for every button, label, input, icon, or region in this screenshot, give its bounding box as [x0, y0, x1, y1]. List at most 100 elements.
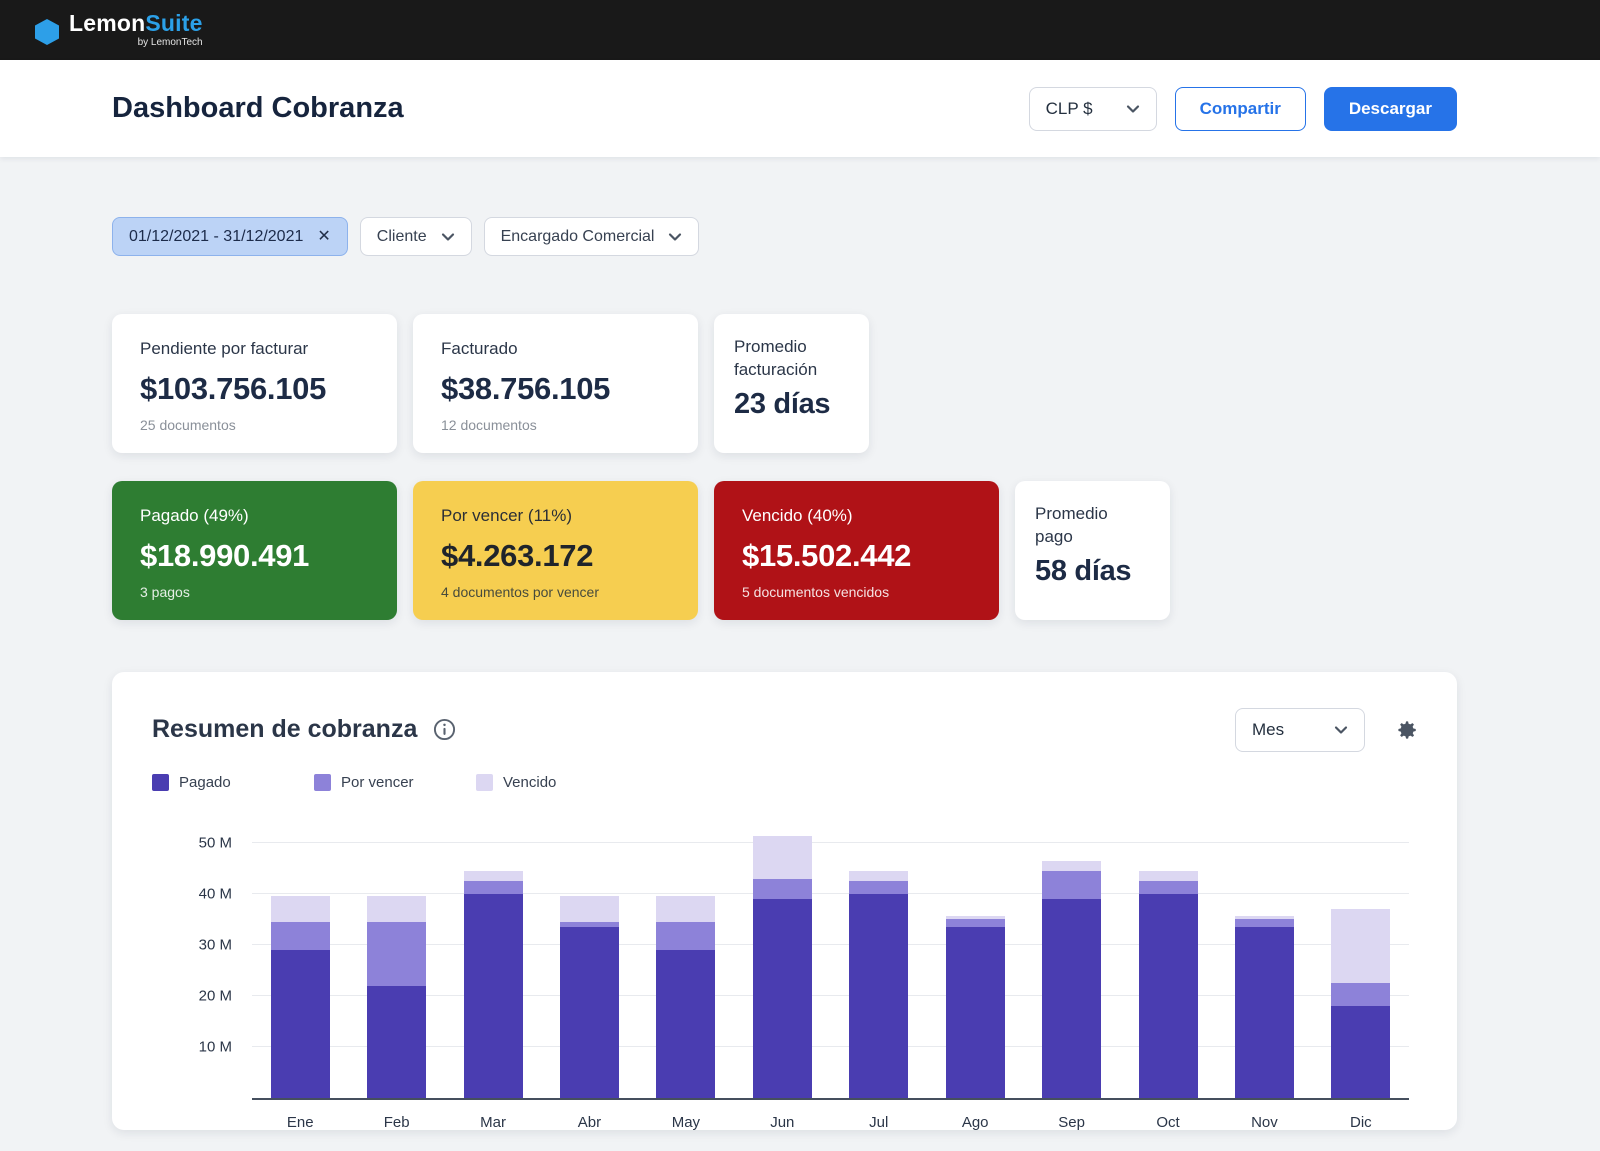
- lemonsuite-logo[interactable]: LemonSuite by LemonTech: [35, 12, 203, 48]
- bar-segment-por-vencer: [1042, 871, 1101, 899]
- download-button[interactable]: Descargar: [1324, 87, 1457, 131]
- info-icon[interactable]: [433, 718, 456, 741]
- date-range-value: 01/12/2021 - 31/12/2021: [129, 228, 303, 246]
- bar-segment-vencido: [753, 836, 812, 879]
- date-range-filter-chip[interactable]: 01/12/2021 - 31/12/2021 ✕: [112, 217, 348, 256]
- share-button[interactable]: Compartir: [1175, 87, 1306, 131]
- period-select-value: Mes: [1252, 720, 1284, 740]
- y-tick-label: 50 M: [172, 834, 232, 851]
- bar-segment-por-vencer: [271, 922, 330, 950]
- pendiente-por-facturar-value: $103.756.105: [140, 371, 369, 407]
- stacked-bar-ago[interactable]: [946, 916, 1005, 1098]
- legend-label: Pagado: [179, 774, 231, 791]
- top-nav-bar: LemonSuite by LemonTech: [0, 0, 1600, 60]
- bar-segment-pagado: [367, 986, 426, 1098]
- y-tick-label: 40 M: [172, 885, 232, 902]
- pagado-value: $18.990.491: [140, 538, 369, 574]
- main-content: 01/12/2021 - 31/12/2021 ✕ Cliente Encarg…: [0, 157, 1600, 1130]
- bar-segment-vencido: [656, 896, 715, 922]
- legend-item-por-vencer[interactable]: Por vencer: [314, 774, 460, 791]
- legend-swatch: [314, 774, 331, 791]
- page-title: Dashboard Cobranza: [112, 92, 404, 125]
- bar-segment-pagado: [1139, 894, 1198, 1098]
- bar-slot-dic: [1313, 817, 1409, 1098]
- bar-segment-vencido: [464, 871, 523, 881]
- page-header: Dashboard Cobranza CLP $ Compartir Desca…: [0, 60, 1600, 157]
- bar-segment-vencido: [560, 896, 619, 922]
- bar-segment-por-vencer: [1331, 983, 1390, 1006]
- por-vencer-label: Por vencer (11%): [441, 505, 670, 528]
- stacked-bar-may[interactable]: [656, 896, 715, 1098]
- y-tick-label: 10 M: [172, 1038, 232, 1055]
- period-select[interactable]: Mes: [1235, 708, 1365, 752]
- facturado-value: $38.756.105: [441, 371, 670, 407]
- chart-card: Resumen de cobranza Mes: [112, 672, 1457, 1130]
- legend-swatch: [152, 774, 169, 791]
- bar-segment-pagado: [1042, 899, 1101, 1098]
- bar-segment-pagado: [1331, 1006, 1390, 1098]
- cliente-filter-dropdown[interactable]: Cliente: [360, 217, 472, 256]
- promedio-pago-label: Promedio pago: [1035, 503, 1150, 549]
- stacked-bar-jun[interactable]: [753, 836, 812, 1098]
- pagado-label: Pagado (49%): [140, 505, 369, 528]
- chart-controls: Mes: [1235, 708, 1419, 752]
- kpi-card-row: Pendiente por facturar$103.756.10525 doc…: [112, 314, 1457, 453]
- chevron-down-icon: [1126, 102, 1140, 116]
- bar-slot-jul: [831, 817, 927, 1098]
- stacked-bar-jul[interactable]: [849, 871, 908, 1098]
- chart-plot: 10 M20 M30 M40 M50 M: [252, 817, 1409, 1100]
- y-tick-label: 20 M: [172, 987, 232, 1004]
- legend-item-vencido[interactable]: Vencido: [476, 774, 622, 791]
- x-axis-label-may: May: [638, 1114, 734, 1131]
- encargado-filter-label: Encargado Comercial: [501, 228, 655, 246]
- x-axis-label-abr: Abr: [541, 1114, 637, 1131]
- bar-series: [252, 817, 1409, 1098]
- encargado-comercial-filter-dropdown[interactable]: Encargado Comercial: [484, 217, 700, 256]
- stacked-bar-ene[interactable]: [271, 896, 330, 1098]
- bar-segment-vencido: [1042, 861, 1101, 871]
- vencido-subtext: 5 documentos vencidos: [742, 584, 971, 600]
- legend-label: Por vencer: [341, 774, 414, 791]
- bar-segment-por-vencer: [849, 881, 908, 894]
- bar-segment-pagado: [946, 927, 1005, 1098]
- stacked-bar-dic[interactable]: [1331, 909, 1390, 1098]
- vencido-value: $15.502.442: [742, 538, 971, 574]
- bar-segment-pagado: [849, 894, 908, 1098]
- x-axis-label-oct: Oct: [1120, 1114, 1216, 1131]
- y-tick-label: 30 M: [172, 936, 232, 953]
- stacked-bar-mar[interactable]: [464, 871, 523, 1098]
- pagado-subtext: 3 pagos: [140, 584, 369, 600]
- legend-swatch: [476, 774, 493, 791]
- bar-slot-nov: [1216, 817, 1312, 1098]
- filter-bar: 01/12/2021 - 31/12/2021 ✕ Cliente Encarg…: [112, 217, 1457, 256]
- legend-item-pagado[interactable]: Pagado: [152, 774, 298, 791]
- status-card-vencido: Vencido (40%)$15.502.4425 documentos ven…: [714, 481, 999, 620]
- bar-slot-oct: [1120, 817, 1216, 1098]
- brand-byline: by LemonTech: [69, 38, 203, 48]
- stacked-bar-abr[interactable]: [560, 896, 619, 1098]
- bar-slot-mar: [445, 817, 541, 1098]
- x-axis-label-mar: Mar: [445, 1114, 541, 1131]
- status-card-por-vencer: Por vencer (11%)$4.263.1724 documentos p…: [413, 481, 698, 620]
- currency-select-value: CLP $: [1046, 99, 1093, 119]
- bar-segment-vencido: [1139, 871, 1198, 881]
- bar-segment-pagado: [560, 927, 619, 1098]
- settings-gear-icon[interactable]: [1393, 717, 1419, 743]
- bar-slot-may: [638, 817, 734, 1098]
- bar-segment-por-vencer: [1139, 881, 1198, 894]
- stacked-bar-feb[interactable]: [367, 896, 426, 1098]
- brand-name-primary: Lemon: [69, 10, 145, 36]
- bar-segment-por-vencer: [753, 879, 812, 899]
- bar-segment-pagado: [753, 899, 812, 1098]
- clear-date-filter-icon[interactable]: ✕: [317, 229, 330, 245]
- status-card-row: Pagado (49%) $18.990.491 3 pagos Por vencer…: [112, 481, 1457, 620]
- chart-header: Resumen de cobranza Mes: [140, 708, 1419, 752]
- status-card-pagado: Pagado (49%) $18.990.491 3 pagos: [112, 481, 397, 620]
- stacked-bar-oct[interactable]: [1139, 871, 1198, 1098]
- stacked-bar-sep[interactable]: [1042, 861, 1101, 1098]
- currency-select[interactable]: CLP $: [1029, 87, 1157, 131]
- stacked-bar-nov[interactable]: [1235, 916, 1294, 1098]
- status-card-promedio-pago: Promedio pago58 días: [1015, 481, 1170, 620]
- chart-area: 10 M20 M30 M40 M50 M EneFebMarAbrMayJunJ…: [252, 817, 1409, 1131]
- x-axis-label-ene: Ene: [252, 1114, 348, 1131]
